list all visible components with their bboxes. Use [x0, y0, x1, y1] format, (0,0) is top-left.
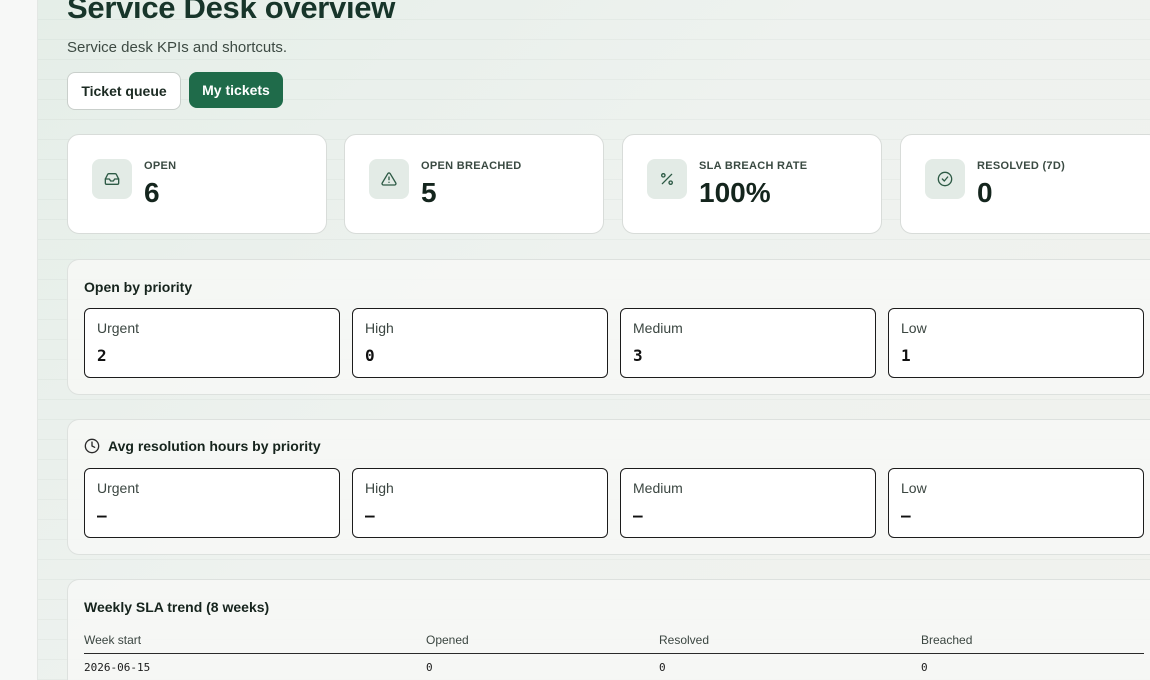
column-header-resolved: Resolved	[659, 633, 710, 647]
stat-value: 0	[365, 346, 375, 365]
stat-label: Urgent	[97, 480, 140, 496]
kpi-value: 0	[977, 177, 993, 208]
panel-title: Weekly SLA trend (8 weeks)	[84, 599, 270, 615]
main-content: Service Desk overview Service desk KPIs …	[38, 0, 1150, 680]
stat-value: 2	[97, 346, 107, 365]
stat-label: High	[365, 480, 394, 496]
table-cell-breached: 0	[921, 661, 928, 674]
stat-value: 3	[633, 346, 643, 365]
stat-label: Low	[901, 480, 927, 496]
weekly-sla-trend-panel: Weekly SLA trend (8 weeks) Week start Op…	[67, 579, 1150, 680]
check-circle-icon	[925, 159, 965, 199]
kpi-label: RESOLVED (7D)	[977, 160, 1066, 172]
stat-label: Low	[901, 320, 927, 336]
stat-high: High —	[352, 468, 608, 538]
alert-triangle-icon	[369, 159, 409, 199]
stat-medium: Medium 3	[620, 308, 876, 378]
column-header-week-start: Week start	[84, 633, 142, 647]
stat-value: —	[633, 506, 643, 525]
kpi-label: OPEN BREACHED	[421, 160, 522, 172]
stat-label: Urgent	[97, 320, 140, 336]
stat-low: Low 1	[888, 308, 1144, 378]
stat-urgent: Urgent —	[84, 468, 340, 538]
clock-icon	[84, 438, 100, 454]
table-cell-resolved: 0	[659, 661, 666, 674]
stat-value: —	[97, 506, 107, 525]
table-cell-week-start: 2026-06-15	[84, 661, 151, 674]
kpi-card-open: OPEN 6	[67, 134, 327, 234]
kpi-card-open-breached: OPEN BREACHED 5	[344, 134, 604, 234]
percent-icon	[647, 159, 687, 199]
stat-label: Medium	[633, 320, 683, 336]
column-header-breached: Breached	[921, 633, 973, 647]
kpi-value: 100%	[699, 177, 771, 208]
stat-value: —	[901, 506, 911, 525]
stat-label: Medium	[633, 480, 683, 496]
stat-value: —	[365, 506, 375, 525]
panel-title: Open by priority	[84, 279, 193, 295]
stat-high: High 0	[352, 308, 608, 378]
avg-resolution-panel: Avg resolution hours by priority Urgent …	[67, 419, 1150, 555]
inbox-icon	[92, 159, 132, 199]
kpi-value: 5	[421, 177, 437, 208]
kpi-value: 6	[144, 177, 160, 208]
stat-urgent: Urgent 2	[84, 308, 340, 378]
stat-value: 1	[901, 346, 911, 365]
column-header-opened: Opened	[426, 633, 469, 647]
kpi-label: SLA BREACH RATE	[699, 160, 808, 172]
panel-title: Avg resolution hours by priority	[84, 438, 321, 454]
table-header-divider	[84, 653, 1144, 654]
my-tickets-button[interactable]: My tickets	[189, 72, 283, 108]
sidebar	[0, 0, 38, 680]
stat-low: Low —	[888, 468, 1144, 538]
ticket-queue-button[interactable]: Ticket queue	[67, 72, 181, 110]
page-title: Service Desk overview	[67, 0, 396, 25]
stat-medium: Medium —	[620, 468, 876, 538]
kpi-card-sla-breach-rate: SLA BREACH RATE 100%	[622, 134, 882, 234]
table-cell-opened: 0	[426, 661, 433, 674]
kpi-label: OPEN	[144, 160, 177, 172]
page-subtitle: Service desk KPIs and shortcuts.	[67, 39, 288, 56]
open-by-priority-panel: Open by priority Urgent 2 High 0 Medium …	[67, 259, 1150, 395]
kpi-card-resolved-7d: RESOLVED (7D) 0	[900, 134, 1150, 234]
panel-title-text: Avg resolution hours by priority	[108, 438, 321, 454]
stat-label: High	[365, 320, 394, 336]
